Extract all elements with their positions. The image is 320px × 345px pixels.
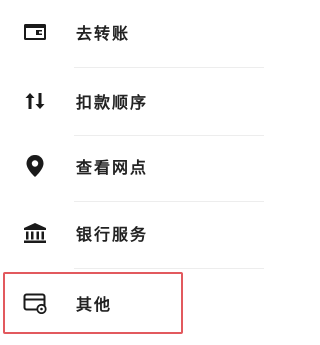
divider bbox=[74, 67, 264, 68]
location-pin-icon bbox=[22, 153, 48, 179]
menu-item-bank-services-label: 银行服务 bbox=[76, 225, 149, 244]
bank-building-icon bbox=[22, 220, 48, 246]
menu-item-bank-services[interactable]: 银行服务 bbox=[0, 201, 264, 265]
menu-item-transfer-label: 去转账 bbox=[76, 24, 131, 43]
menu-item-deduction-order[interactable]: 扣款顺序 bbox=[0, 69, 264, 133]
highlight-box bbox=[3, 272, 183, 334]
menu-item-transfer[interactable]: 去转账 bbox=[0, 0, 264, 64]
payment-options-menu: 去转账 扣款顺序 查看网点 银行服务 其他 bbox=[0, 0, 264, 345]
sort-arrows-icon bbox=[22, 88, 48, 114]
menu-item-view-branches[interactable]: 查看网点 bbox=[0, 134, 264, 198]
divider bbox=[74, 268, 264, 269]
menu-item-deduction-order-label: 扣款顺序 bbox=[76, 93, 149, 112]
menu-item-view-branches-label: 查看网点 bbox=[76, 158, 149, 177]
transfer-card-icon bbox=[22, 19, 48, 45]
